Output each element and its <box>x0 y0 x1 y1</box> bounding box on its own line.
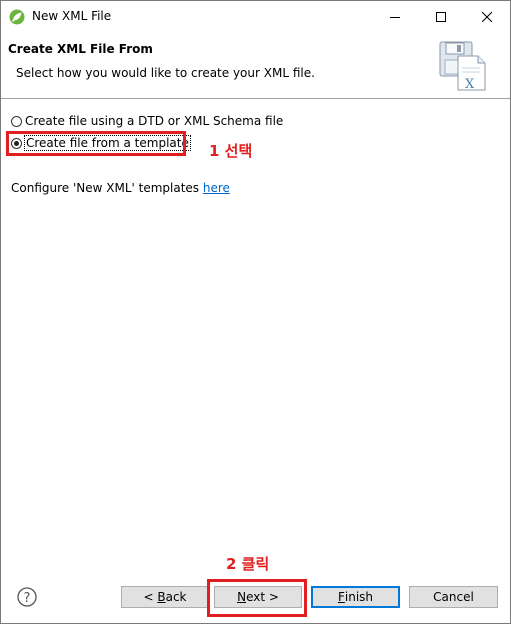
back-mnemonic: B <box>157 590 166 604</box>
configure-text: Configure 'New XML' templates <box>11 181 203 195</box>
maximize-button[interactable] <box>418 1 464 32</box>
next-mnemonic: N <box>237 590 247 604</box>
svg-text:X: X <box>465 77 475 92</box>
window-title: New XML File <box>32 9 112 23</box>
finish-rest: inish <box>344 590 374 604</box>
annotation-step-2: 2 클릭 <box>226 555 270 573</box>
next-button[interactable]: Next > <box>214 586 302 608</box>
templates-here-link[interactable]: here <box>203 181 230 195</box>
next-rest: ext > <box>246 590 279 604</box>
svg-text:?: ? <box>24 591 31 606</box>
option-dtd-schema[interactable]: Create file using a DTD or XML Schema fi… <box>11 114 283 128</box>
new-xml-file-dialog: New XML File Create XML File From Select… <box>0 0 511 624</box>
close-icon <box>482 11 492 22</box>
minimize-icon <box>390 16 400 18</box>
page-description: Select how you would like to create your… <box>16 66 315 80</box>
page-title: Create XML File From <box>8 42 153 56</box>
back-prefix: < <box>143 590 158 604</box>
option-label: Create file from a template <box>24 135 191 151</box>
option-label: Create file using a DTD or XML Schema fi… <box>25 114 284 128</box>
help-icon[interactable]: ? <box>17 587 37 607</box>
wizard-content: Create file using a DTD or XML Schema fi… <box>1 99 510 564</box>
maximize-icon <box>436 11 446 22</box>
cancel-button[interactable]: Cancel <box>409 586 498 608</box>
back-rest: ack <box>165 590 187 604</box>
spring-leaf-icon <box>9 9 25 25</box>
minimize-button[interactable] <box>372 1 418 32</box>
back-button[interactable]: < Back <box>121 586 209 608</box>
xml-file-wizard-icon: X <box>439 41 486 92</box>
wizard-header: Create XML File From Select how you woul… <box>1 32 510 99</box>
configure-templates-row: Configure 'New XML' templates here <box>11 181 230 195</box>
finish-button[interactable]: Finish <box>311 586 400 608</box>
title-bar[interactable]: New XML File <box>1 1 510 32</box>
finish-mnemonic: F <box>337 590 345 604</box>
annotation-step-1: 1 선택 <box>209 142 253 160</box>
radio-button-selected[interactable] <box>11 137 22 149</box>
option-template[interactable]: Create file from a template <box>11 135 191 151</box>
close-button[interactable] <box>464 1 510 32</box>
radio-button[interactable] <box>11 115 22 127</box>
